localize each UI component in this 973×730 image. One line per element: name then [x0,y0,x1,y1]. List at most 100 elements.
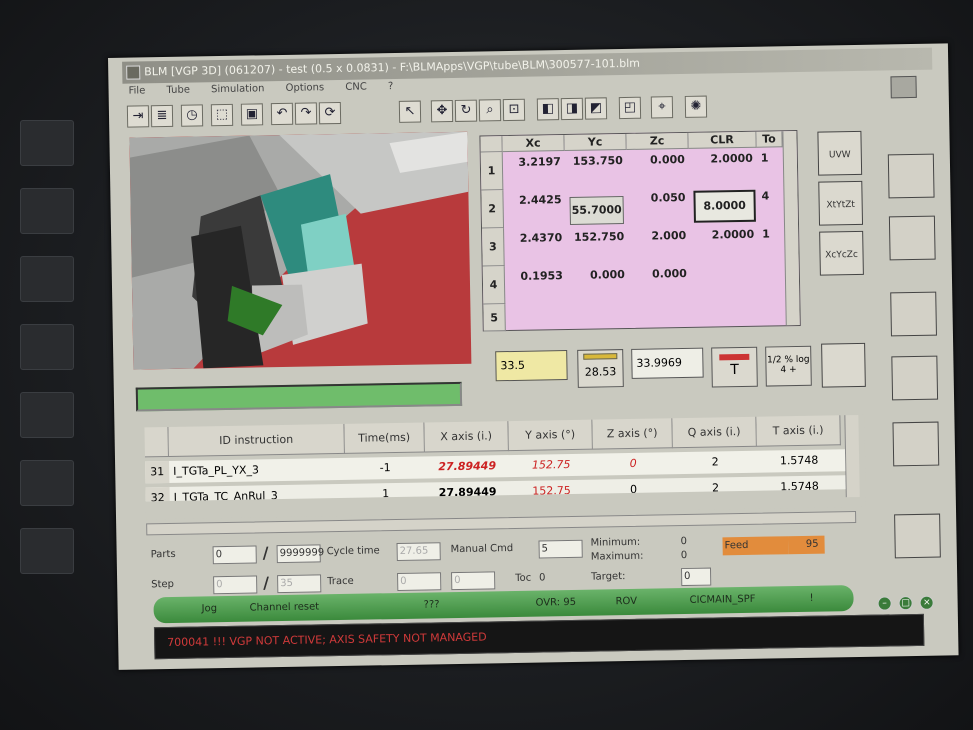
tool-bar-icon [719,353,750,361]
instr-time: 1 [382,487,390,501]
bezel-key[interactable] [20,324,74,370]
cell-zc[interactable]: 0.000 [629,267,691,281]
xcyczc-button[interactable]: XcYcZc [819,230,864,276]
target-icon[interactable]: ⌖ [650,96,674,119]
ruler-button[interactable]: 28.53 [577,349,624,388]
uvw-label: UVW [828,150,851,161]
cell-yc-edit[interactable]: 55.7000 [569,196,624,225]
step-input[interactable]: 0 [213,575,258,595]
menu-tube[interactable]: Tube [166,85,190,96]
feed-value: 95 [788,535,825,555]
minimize-icon[interactable]: – [877,596,892,611]
cell-to[interactable]: 1 [757,151,779,164]
export-icon[interactable]: ⬚ [210,103,234,127]
cell-xc[interactable]: 2.4370 [504,231,566,245]
machine-model [129,131,469,370]
instr-time: -1 [379,461,391,475]
cell-to[interactable]: 1 [758,227,780,240]
row-number[interactable]: 5 [483,304,506,332]
collision-icon[interactable]: ✺ [684,95,708,118]
cycle-time-field: 27.65 [396,542,441,562]
manual-cmd-input[interactable]: 5 [538,539,583,559]
bezel-key[interactable] [20,460,74,506]
step-max-input[interactable]: 35 [277,574,322,594]
xtytzt-button[interactable]: XtYtZt [818,180,864,226]
zoom-window-icon[interactable]: ⊡ [502,98,526,122]
parts-max-input[interactable]: 9999999 [276,544,324,564]
minimum-value: 0 [680,535,687,548]
zoom-icon[interactable]: ⌕ [478,99,502,122]
cell-xc[interactable]: 2.4425 [503,193,565,207]
uvw-button[interactable]: UVW [817,130,863,176]
coord-table-scrollbar[interactable] [782,130,800,326]
3d-viewport[interactable] [129,131,472,370]
menu-options[interactable]: Options [285,82,324,94]
stack-icon[interactable] [821,342,866,388]
cell-to[interactable]: 4 [757,189,779,202]
view-wire-icon[interactable]: ◰ [618,96,642,120]
cell-zc[interactable]: 2.000 [628,229,690,243]
redo-icon[interactable]: ↷ [294,102,318,125]
parts-input[interactable]: 0 [212,545,257,565]
cell-zc[interactable]: 0.000 [627,153,689,167]
rotate-view-icon[interactable]: ⟳ [318,101,342,125]
menu-help[interactable]: ? [388,81,394,92]
bend-path-icon[interactable] [888,215,936,261]
cell-yc[interactable]: 152.750 [566,230,628,244]
col-header-clr: CLR [688,131,757,149]
measure-field[interactable]: 33.9969 [631,347,704,379]
row-number[interactable]: 3 [482,228,505,267]
cell-clr[interactable]: 2.0000 [690,228,758,242]
machine-setup-icon[interactable] [890,291,937,337]
cell-xc[interactable]: 0.1953 [505,269,567,283]
cell-zc[interactable]: 0.050 [627,191,689,205]
undo-icon[interactable]: ↶ [270,102,294,126]
save-program-icon[interactable] [887,153,935,199]
timer-icon[interactable]: ◷ [180,104,204,127]
tool-t-label: T [730,362,739,379]
cell-xc[interactable]: 3.2197 [503,155,565,169]
row-number[interactable]: 1 [480,152,504,191]
trace-input-2[interactable]: 0 [451,571,496,591]
menu-cnc[interactable]: CNC [345,81,367,92]
instr-z: 0 [629,456,637,470]
cell-clr-selected[interactable]: 8.0000 [693,189,756,223]
tool-t-button[interactable]: T [711,346,758,388]
cell-clr[interactable]: 2.0000 [689,152,757,166]
cell-yc[interactable]: 0.000 [567,268,629,282]
bezel-key[interactable] [20,256,74,302]
bezel-key[interactable] [20,392,74,438]
step-list-icon[interactable]: ≣ [150,104,174,128]
parts-slash: / [262,543,269,563]
bezel-key[interactable] [20,188,74,234]
coordinate-table[interactable]: Xc Yc Zc CLR To 1 3.2197 153.750 0.000 2… [479,129,801,332]
status-mode: Jog [201,603,218,615]
instr-table-scrollbar[interactable] [844,414,860,498]
row-number[interactable]: 2 [481,190,505,229]
yellow-input[interactable]: 33.5 [495,350,568,382]
pointer-icon[interactable]: ↖ [398,100,422,123]
orbit-icon[interactable]: ↻ [454,99,478,122]
instruction-table[interactable]: ID instruction Time(ms) X axis (i.) Y ax… [144,414,866,520]
pan-icon[interactable]: ✥ [430,99,454,123]
trace-input[interactable]: 0 [397,572,442,592]
cell-yc[interactable]: 153.750 [565,154,627,168]
row-number[interactable]: 4 [482,266,506,305]
cart-icon[interactable] [892,421,940,467]
view-iso-icon[interactable]: ◧ [536,98,560,121]
operator-icon[interactable] [894,513,941,559]
close-icon[interactable]: × [919,595,934,610]
target-input[interactable]: 0 [680,567,712,587]
menu-simulation[interactable]: Simulation [211,83,264,95]
menu-file[interactable]: File [128,85,145,96]
step-forward-icon[interactable]: ⇥ [126,105,150,128]
save-icon[interactable]: ▣ [240,103,264,126]
calculator-button[interactable]: 1/2 % log 4 + [765,345,812,387]
bezel-key[interactable] [20,528,74,574]
view-shaded-icon[interactable]: ◩ [584,97,608,120]
notebook-icon[interactable] [891,355,939,401]
restore-icon[interactable]: □ [898,596,913,611]
view-front-icon[interactable]: ◨ [560,97,584,121]
bezel-key[interactable] [20,120,74,166]
col-header-xc: Xc [502,135,565,153]
